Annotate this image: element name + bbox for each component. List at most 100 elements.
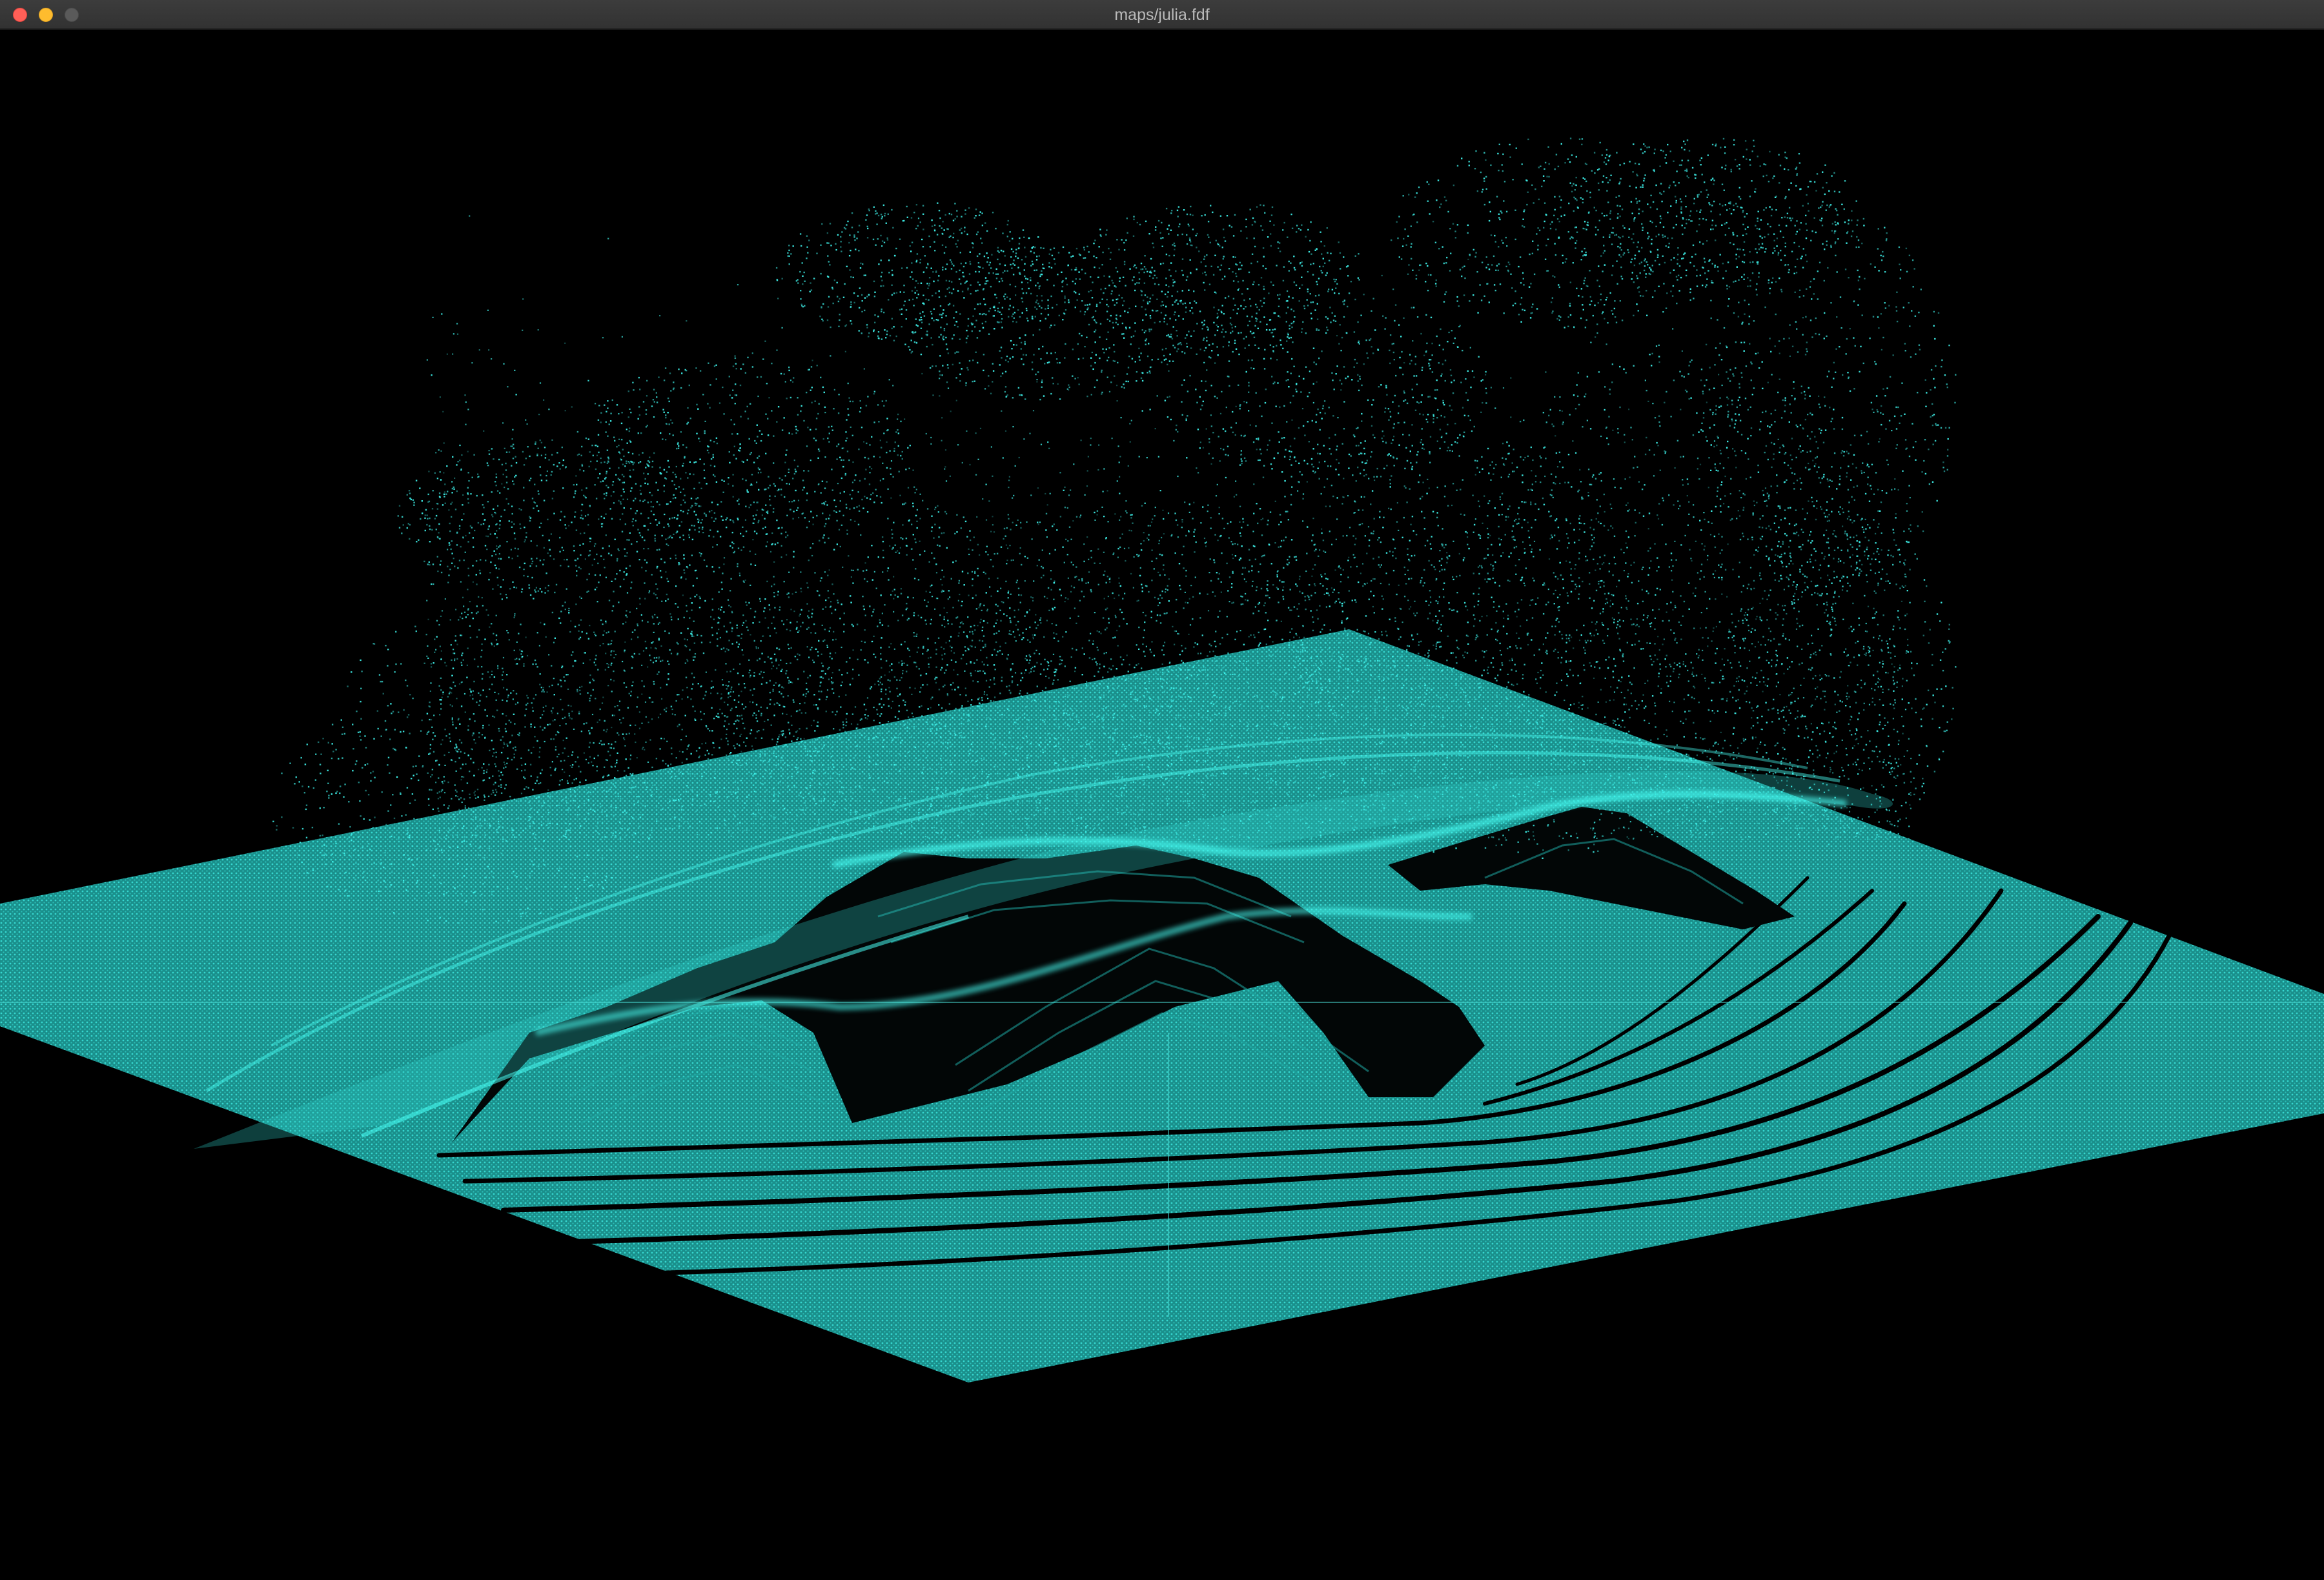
spray-point — [1255, 303, 1257, 306]
spray-point — [686, 423, 688, 425]
spray-point — [1544, 202, 1546, 204]
spray-point — [1733, 139, 1735, 141]
spray-point — [1006, 296, 1008, 298]
spray-point — [1020, 680, 1022, 682]
spray-point — [426, 523, 428, 526]
spray-point — [1467, 224, 1469, 227]
spray-point — [1612, 265, 1614, 267]
spray-point — [919, 691, 921, 693]
spray-point — [463, 559, 465, 562]
spray-point — [1412, 307, 1415, 309]
spray-point — [731, 531, 733, 534]
spray-point — [1319, 429, 1321, 431]
spray-point — [905, 537, 908, 540]
spray-point — [653, 389, 655, 390]
spray-point — [708, 535, 710, 537]
spray-point — [787, 695, 789, 697]
spray-point — [920, 353, 922, 356]
spray-point — [700, 552, 702, 555]
spray-point — [1101, 393, 1103, 395]
spray-point — [972, 315, 974, 317]
spray-point — [824, 406, 826, 409]
spray-point — [1289, 328, 1290, 330]
spray-point — [1667, 246, 1669, 248]
spray-point — [754, 611, 757, 613]
spray-point — [912, 502, 914, 505]
spray-point — [869, 498, 872, 500]
spray-point — [1228, 360, 1230, 362]
spray-point — [1310, 221, 1312, 223]
spray-point — [1769, 150, 1771, 153]
spray-point — [1283, 221, 1285, 224]
spray-point — [1595, 234, 1597, 236]
spray-point — [1680, 212, 1682, 214]
spray-point — [1241, 293, 1243, 295]
spray-point — [1196, 268, 1198, 270]
spray-point — [660, 558, 662, 560]
spray-point — [1318, 478, 1320, 480]
spray-point — [1593, 207, 1595, 208]
spray-point — [952, 236, 954, 239]
spray-point — [966, 536, 968, 538]
spray-point — [1620, 266, 1622, 268]
spray-point — [444, 502, 446, 504]
spray-point — [1402, 373, 1404, 376]
spray-point — [1037, 282, 1039, 284]
spray-point — [1609, 179, 1611, 181]
spray-point — [1177, 234, 1179, 236]
spray-point — [977, 289, 979, 292]
spray-point — [1361, 384, 1363, 387]
spray-point — [1041, 381, 1043, 383]
spray-point — [792, 245, 794, 247]
spray-point — [1691, 220, 1693, 222]
spray-point — [797, 279, 799, 281]
spray-point — [1130, 343, 1132, 345]
spray-point — [1744, 216, 1746, 218]
spray-point — [1121, 611, 1123, 614]
spray-point — [920, 282, 922, 284]
spray-point — [1123, 241, 1125, 244]
spray-point — [790, 396, 792, 399]
spray-point — [1434, 283, 1437, 285]
spray-point — [1128, 327, 1131, 329]
render-canvas[interactable] — [0, 30, 2324, 1580]
title-bar[interactable]: maps/julia.fdf — [0, 0, 2324, 30]
spray-point — [877, 335, 879, 337]
spray-point — [817, 654, 819, 657]
spray-point — [1212, 432, 1214, 434]
spray-point — [1101, 264, 1103, 266]
spray-point — [1077, 343, 1079, 345]
spray-point — [1339, 380, 1341, 381]
spray-point — [1680, 206, 1682, 208]
spray-point — [1328, 437, 1330, 439]
spray-point — [981, 225, 984, 227]
spray-point — [1134, 264, 1136, 266]
spray-point — [1310, 674, 1312, 676]
spray-point — [1108, 356, 1110, 359]
spray-point — [1109, 320, 1111, 322]
spray-point — [729, 519, 731, 521]
spray-point — [1177, 315, 1180, 317]
spray-point — [1271, 422, 1273, 424]
spray-point — [1322, 265, 1324, 268]
spray-point — [757, 376, 759, 378]
spray-point — [1700, 164, 1702, 166]
spray-point — [1710, 228, 1712, 230]
spray-point — [1712, 228, 1714, 230]
spray-point — [979, 211, 981, 213]
spray-point — [1173, 314, 1176, 316]
spray-point — [973, 624, 975, 627]
spray-point — [677, 447, 680, 449]
spray-point — [1658, 234, 1660, 236]
spray-point — [1445, 262, 1447, 264]
spray-point — [821, 318, 823, 320]
spray-point — [1642, 152, 1644, 154]
spray-point — [1049, 740, 1051, 743]
spray-point — [609, 420, 612, 422]
spray-point — [1746, 233, 1748, 235]
spray-point — [1711, 205, 1713, 207]
spray-point — [833, 408, 835, 410]
spray-point — [762, 527, 764, 530]
spray-point — [881, 216, 883, 218]
spray-point — [1287, 336, 1289, 338]
